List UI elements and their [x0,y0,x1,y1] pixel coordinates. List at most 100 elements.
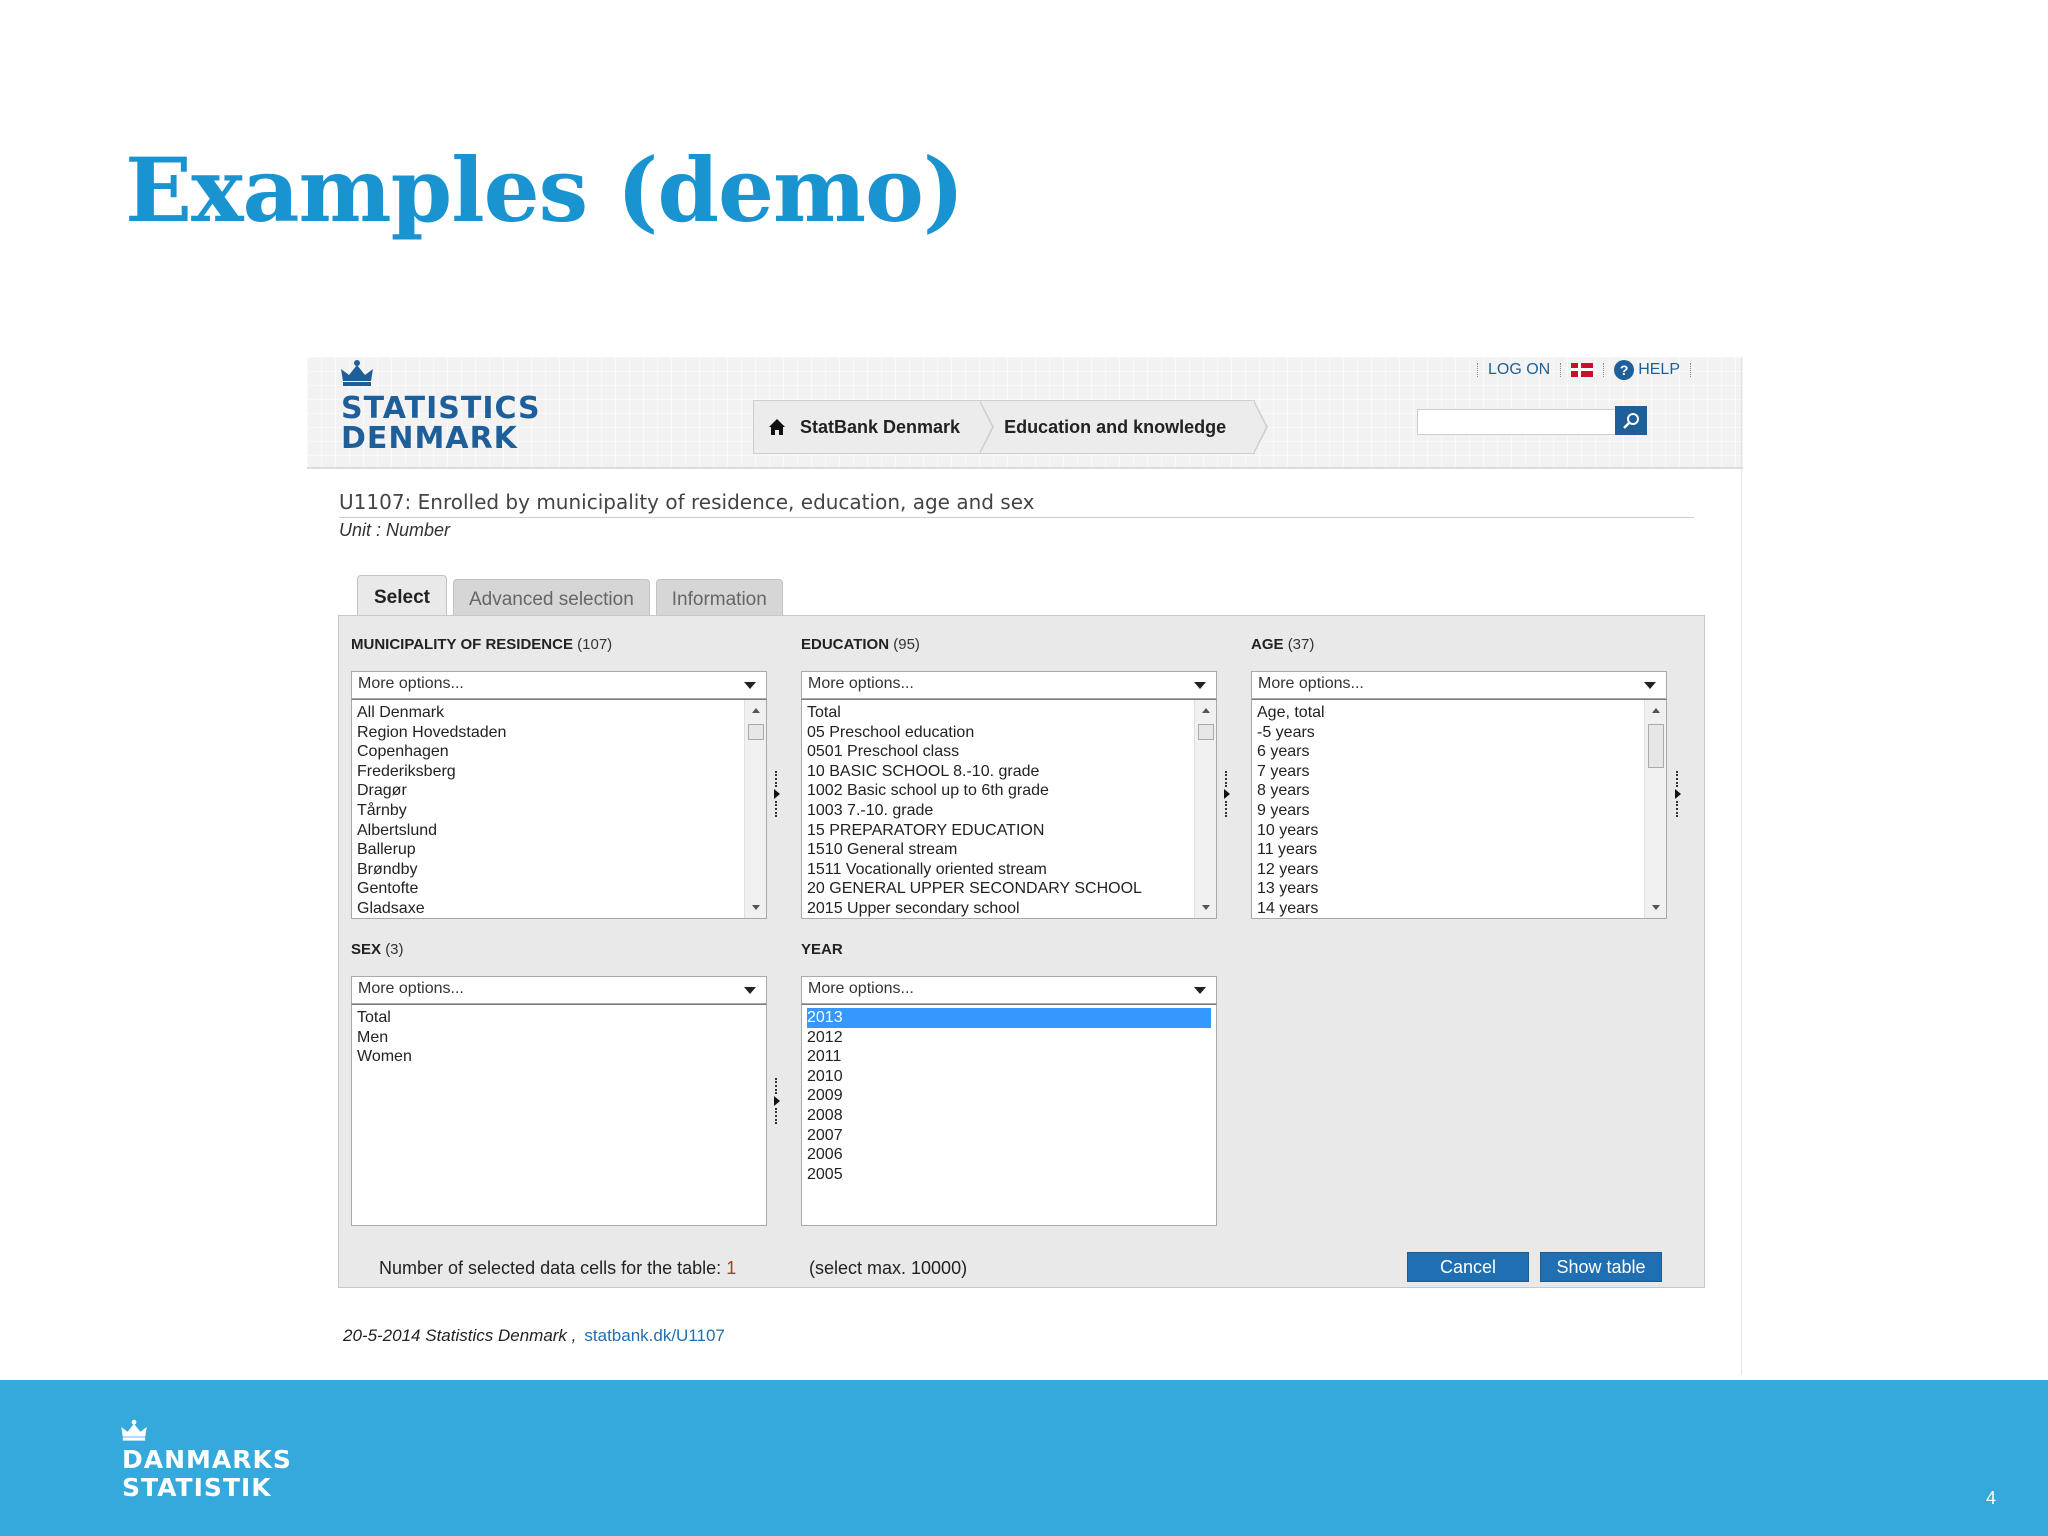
list-item[interactable]: Albertslund [357,821,761,841]
list-item[interactable]: Total [357,1008,761,1028]
cancel-button[interactable]: Cancel [1407,1252,1529,1282]
list-item[interactable]: 2012 [807,1028,1211,1048]
tab-information[interactable]: Information [655,579,783,619]
list-item[interactable]: 8 years [1257,781,1661,801]
list-item[interactable]: 1510 General stream [807,840,1211,860]
list-item[interactable]: 10 BASIC SCHOOL 8.-10. grade [807,762,1211,782]
list-item[interactable]: Dragør [357,781,761,801]
list-item[interactable]: 2008 [807,1106,1211,1126]
scroll-up-icon[interactable] [1652,708,1660,713]
scrollbar[interactable] [1644,700,1666,918]
search-input[interactable] [1417,409,1623,435]
list-item[interactable]: 15 PREPARATORY EDUCATION [807,821,1211,841]
list-item[interactable]: 9 years [1257,801,1661,821]
expand-handle[interactable] [771,771,781,823]
list-item[interactable]: Age, total [1257,703,1661,723]
list-item[interactable]: 2005 [807,1165,1211,1185]
scroll-down-icon[interactable] [1652,905,1660,910]
list-item[interactable]: Gladsaxe [357,899,761,919]
list-item[interactable]: -5 years [1257,723,1661,743]
list-item[interactable]: Gentofte [357,879,761,899]
more-options-select[interactable]: More options... [351,976,767,1004]
scroll-up-icon[interactable] [1202,708,1210,713]
scroll-up-icon[interactable] [752,708,760,713]
list-item[interactable]: Region Hovedstaden [357,723,761,743]
list-item[interactable]: 2006 [807,1145,1211,1165]
list-item[interactable]: 2007 [807,1126,1211,1146]
scroll-thumb[interactable] [1198,724,1214,740]
logon-link[interactable]: LOG ON [1488,361,1550,379]
more-options-select[interactable]: More options... [801,976,1217,1004]
list-item[interactable]: Tårnby [357,801,761,821]
help-label: HELP [1638,361,1680,378]
list-item[interactable]: Ballerup [357,840,761,860]
list-item[interactable]: Copenhagen [357,742,761,762]
more-options-select[interactable]: More options... [1251,671,1667,699]
show-table-button[interactable]: Show table [1540,1252,1662,1282]
sex-listbox[interactable]: Total Men Women [351,1004,767,1226]
education-listbox[interactable]: Total 05 Preschool education 0501 Preschoo… [801,699,1217,919]
list-item[interactable]: 10 years [1257,821,1661,841]
year-listbox[interactable]: 2013 2012 2011 2010 2009 2008 2007 2006 2005 [801,1004,1217,1226]
list-item[interactable]: 1511 Vocationally oriented stream [807,860,1211,880]
crown-icon [121,1419,147,1441]
more-options-select[interactable]: More options... [801,671,1217,699]
scrollbar[interactable] [744,700,766,918]
scroll-down-icon[interactable] [1202,905,1210,910]
expand-handle[interactable] [1221,771,1231,823]
list-item[interactable]: 05 Preschool education [807,723,1211,743]
list-item[interactable]: 2011 [807,1047,1211,1067]
unit-label: Unit : Number [339,520,451,540]
chevron-down-icon [744,987,756,994]
list-item[interactable]: 1002 Basic school up to 6th grade [807,781,1211,801]
site-header: STATISTICS DENMARK LOG ON ? HELP StatBan… [307,357,1743,469]
variable-label: AGE (37) [1251,636,1315,653]
list-item[interactable]: All Denmark [357,703,761,723]
list-item[interactable]: Frederiksberg [357,762,761,782]
list-item[interactable]: 20 GENERAL UPPER SECONDARY SCHOOL [807,879,1211,899]
search-button[interactable] [1615,406,1647,435]
list-item[interactable]: 0501 Preschool class [807,742,1211,762]
breadcrumb-home[interactable]: StatBank Denmark [753,400,995,454]
page-number: 4 [1985,1488,1996,1508]
expand-handle[interactable] [771,1078,781,1130]
divider [339,517,1694,518]
logo-text-line2: DENMARK [341,421,518,456]
breadcrumb-education[interactable]: Education and knowledge [980,400,1269,454]
age-listbox[interactable]: Age, total -5 years 6 years 7 years 8 years 9… [1251,699,1667,919]
danish-flag-icon[interactable] [1571,363,1594,377]
selection-panel: MUNICIPALITY OF RESIDENCE (107) More opt… [338,615,1705,1288]
list-item[interactable]: Brøndby [357,860,761,880]
home-icon [769,419,785,435]
list-item[interactable]: 2015 Upper secondary school [807,899,1211,919]
variable-label: MUNICIPALITY OF RESIDENCE (107) [351,636,613,653]
arrow-right-icon [1224,789,1230,799]
list-item[interactable]: Women [357,1047,761,1067]
scroll-thumb[interactable] [1648,724,1664,768]
list-item[interactable]: Men [357,1028,761,1048]
list-item[interactable]: 1003 7.-10. grade [807,801,1211,821]
arrow-right-icon [774,1096,780,1106]
divider [1690,363,1691,377]
scrollbar[interactable] [1194,700,1216,918]
list-item[interactable]: 6 years [1257,742,1661,762]
list-item[interactable]: 2010 [807,1067,1211,1087]
list-item[interactable]: 2009 [807,1086,1211,1106]
scroll-down-icon[interactable] [752,905,760,910]
list-item[interactable]: 7 years [1257,762,1661,782]
list-item[interactable]: 2013 [807,1008,1211,1028]
list-item[interactable]: 14 years [1257,899,1661,919]
tab-advanced-selection[interactable]: Advanced selection [452,579,650,619]
list-item[interactable]: 13 years [1257,879,1661,899]
top-links: LOG ON ? HELP [1476,359,1691,381]
list-item[interactable]: 12 years [1257,860,1661,880]
source-link[interactable]: statbank.dk/U1107 [584,1326,725,1345]
list-item[interactable]: Total [807,703,1211,723]
tab-select[interactable]: Select [357,575,447,619]
scroll-thumb[interactable] [748,724,764,740]
municipality-listbox[interactable]: All Denmark Region Hovedstaden Copenhagen F… [351,699,767,919]
expand-handle[interactable] [1672,771,1682,823]
more-options-select[interactable]: More options... [351,671,767,699]
help-link[interactable]: ? HELP [1614,360,1680,380]
list-item[interactable]: 11 years [1257,840,1661,860]
